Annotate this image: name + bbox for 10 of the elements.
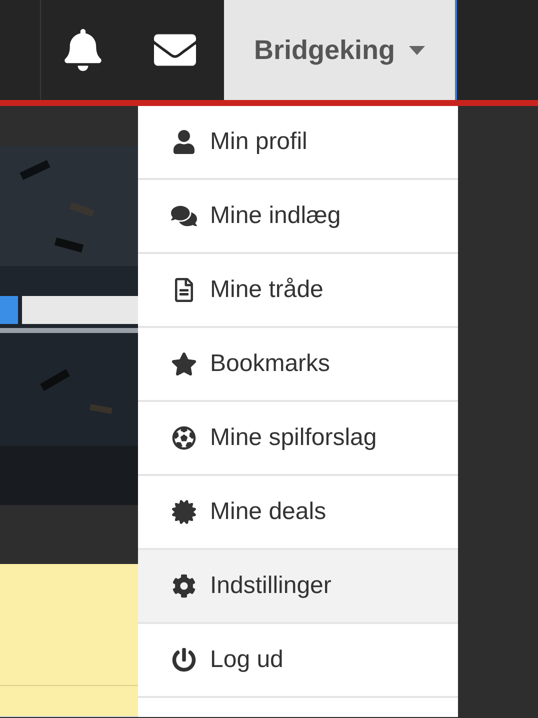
menu-item[interactable]: Indstillinger bbox=[138, 550, 458, 624]
power-icon bbox=[171, 648, 197, 672]
caret-icon bbox=[409, 46, 425, 54]
settings-icon bbox=[171, 574, 197, 598]
star-icon bbox=[171, 352, 197, 376]
badge-icon bbox=[171, 500, 197, 524]
bell-icon bbox=[62, 29, 104, 71]
user-icon bbox=[171, 130, 197, 154]
user-menu-button[interactable]: Bridgeking bbox=[224, 0, 457, 100]
chat-bubbles-icon bbox=[171, 204, 197, 228]
